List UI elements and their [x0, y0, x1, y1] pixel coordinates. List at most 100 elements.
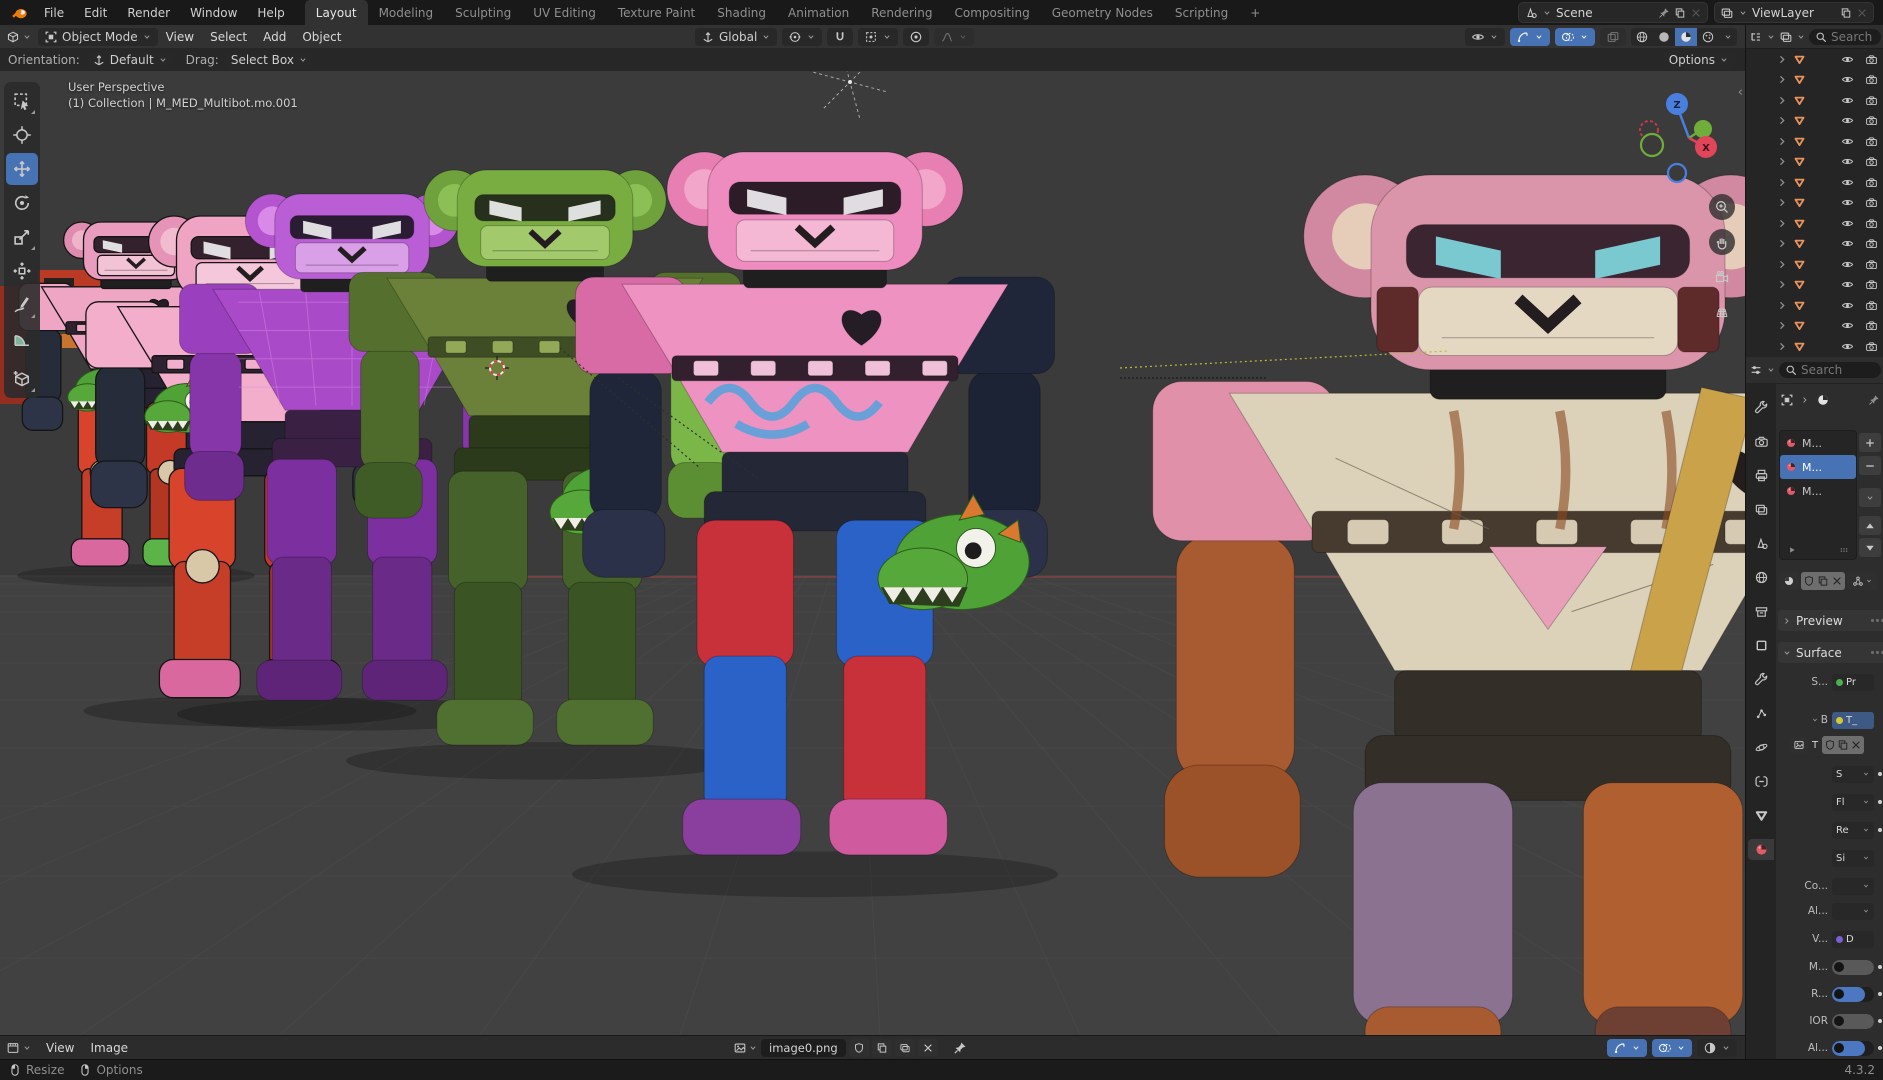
material-slot-selected[interactable]: M... — [1780, 455, 1856, 479]
slot-expand-icon[interactable] — [1786, 544, 1798, 556]
alpha-mode-dropdown[interactable] — [1832, 903, 1874, 920]
outliner-row[interactable] — [1746, 90, 1883, 111]
outliner-row[interactable] — [1746, 152, 1883, 173]
tab-world[interactable] — [1748, 567, 1774, 588]
ortho-grid-button[interactable] — [1709, 299, 1735, 325]
camera-visibility-icon[interactable] — [1865, 114, 1878, 127]
interpolation-dropdown[interactable]: S — [1832, 766, 1874, 783]
shading-rendered-button[interactable] — [1697, 28, 1719, 46]
expand-chevron-icon[interactable] — [1776, 114, 1789, 127]
camera-visibility-icon[interactable] — [1865, 340, 1878, 353]
camera-visibility-icon[interactable] — [1865, 217, 1878, 230]
drag-dropdown[interactable]: Select Box — [225, 51, 314, 69]
editor-type-selector[interactable] — [0, 30, 38, 44]
slot-move-up-button[interactable] — [1859, 516, 1881, 535]
material-context-icon[interactable] — [1816, 393, 1830, 407]
pin-icon[interactable] — [1868, 394, 1880, 406]
menu-render[interactable]: Render — [117, 0, 180, 25]
tab-sculpting[interactable]: Sculpting — [444, 0, 522, 25]
tab-scene[interactable] — [1748, 533, 1774, 554]
tab-uv-editing[interactable]: UV Editing — [522, 0, 607, 25]
outliner-row[interactable] — [1746, 193, 1883, 214]
snap-toggle[interactable] — [827, 28, 853, 46]
hide-eye-icon[interactable] — [1841, 155, 1854, 168]
menu-object[interactable]: Object — [294, 30, 349, 44]
metallic-slider[interactable] — [1832, 960, 1874, 975]
tab-tool[interactable] — [1748, 397, 1774, 418]
material-slot[interactable]: M... — [1780, 479, 1856, 503]
tool-transform[interactable] — [6, 255, 38, 287]
grip-handle-icon[interactable] — [1838, 544, 1850, 556]
tool-annotate[interactable] — [6, 289, 38, 321]
hide-eye-icon[interactable] — [1841, 217, 1854, 230]
viewport-canvas[interactable] — [0, 71, 1745, 1035]
new-viewlayer-icon[interactable] — [1840, 7, 1852, 19]
camera-visibility-icon[interactable] — [1865, 94, 1878, 107]
camera-visibility-icon[interactable] — [1865, 278, 1878, 291]
shading-wireframe-button[interactable] — [1631, 28, 1653, 46]
tab-geometry-nodes[interactable]: Geometry Nodes — [1041, 0, 1164, 25]
outliner-row[interactable] — [1746, 213, 1883, 234]
outliner-row[interactable] — [1746, 254, 1883, 275]
alpha-slider[interactable] — [1832, 1041, 1874, 1056]
add-workspace-button[interactable]: + — [1239, 0, 1271, 25]
surface-section-header[interactable]: Surface — [1778, 642, 1883, 663]
outliner-row[interactable] — [1746, 49, 1883, 70]
camera-visibility-icon[interactable] — [1865, 237, 1878, 250]
camera-visibility-icon[interactable] — [1865, 176, 1878, 189]
viewlayer-name[interactable]: ViewLayer — [1752, 6, 1836, 20]
camera-visibility-icon[interactable] — [1865, 53, 1878, 66]
properties-editor-icon[interactable] — [1749, 363, 1763, 377]
hide-eye-icon[interactable] — [1841, 135, 1854, 148]
expand-chevron-icon[interactable] — [1776, 53, 1789, 66]
tab-object-data[interactable] — [1748, 805, 1774, 826]
hide-eye-icon[interactable] — [1841, 94, 1854, 107]
pan-hand-button[interactable] — [1709, 229, 1735, 255]
zoom-button[interactable] — [1709, 194, 1735, 220]
snap-settings-dropdown[interactable] — [858, 28, 898, 46]
tab-material[interactable] — [1748, 839, 1774, 860]
menu-file[interactable]: File — [34, 0, 74, 25]
camera-visibility-icon[interactable] — [1865, 258, 1878, 271]
tab-modeling[interactable]: Modeling — [368, 0, 445, 25]
hide-eye-icon[interactable] — [1841, 196, 1854, 209]
remove-slot-button[interactable] — [1859, 456, 1881, 475]
pivot-point-dropdown[interactable] — [782, 28, 822, 46]
outliner-search-input[interactable]: Search — [1809, 29, 1881, 45]
menu-image[interactable]: Image — [82, 1041, 136, 1055]
pin-icon[interactable] — [1658, 7, 1670, 19]
hide-eye-icon[interactable] — [1841, 319, 1854, 332]
blender-logo-icon[interactable] — [6, 0, 34, 25]
hide-eye-icon[interactable] — [1841, 176, 1854, 189]
tab-modifiers[interactable] — [1748, 669, 1774, 690]
expand-chevron-icon[interactable] — [1776, 73, 1789, 86]
expand-chevron-icon[interactable] — [1776, 135, 1789, 148]
panel-collapse-arrow[interactable]: ‹ — [1738, 85, 1743, 100]
image-name-field[interactable]: image0.png — [761, 1039, 846, 1057]
extension-dropdown[interactable]: Re — [1832, 822, 1874, 839]
shading-solid-button[interactable] — [1653, 28, 1675, 46]
tab-compositing[interactable]: Compositing — [943, 0, 1040, 25]
transform-orientation-dropdown[interactable]: Global — [695, 28, 777, 46]
node-tree-dropdown[interactable] — [1847, 572, 1877, 590]
tab-physics[interactable] — [1748, 737, 1774, 758]
axis-y-ball[interactable] — [1694, 120, 1712, 138]
add-slot-button[interactable] — [1859, 433, 1881, 452]
tab-layout[interactable]: Layout — [305, 0, 368, 25]
tab-rendering[interactable]: Rendering — [860, 0, 943, 25]
preview-section-header[interactable]: Preview — [1778, 610, 1883, 631]
image-user-buttons[interactable] — [1822, 736, 1864, 754]
display-channels-dropdown[interactable] — [1697, 1039, 1737, 1057]
tab-shading[interactable]: Shading — [706, 0, 777, 25]
tab-render[interactable] — [1748, 431, 1774, 452]
outliner-row[interactable] — [1746, 336, 1883, 357]
source-dropdown[interactable]: Si — [1832, 850, 1874, 867]
expand-chevron-icon[interactable] — [1776, 94, 1789, 107]
axis-neg-z-ball[interactable] — [1668, 164, 1686, 182]
menu-view[interactable]: View — [158, 30, 202, 44]
navigation-gizmo[interactable]: Z X — [1637, 86, 1733, 186]
outliner-row[interactable] — [1746, 234, 1883, 255]
ior-slider[interactable] — [1832, 1014, 1874, 1029]
base-color-texture-dropdown[interactable]: T_ — [1832, 712, 1874, 729]
tool-rotate[interactable] — [6, 187, 38, 219]
